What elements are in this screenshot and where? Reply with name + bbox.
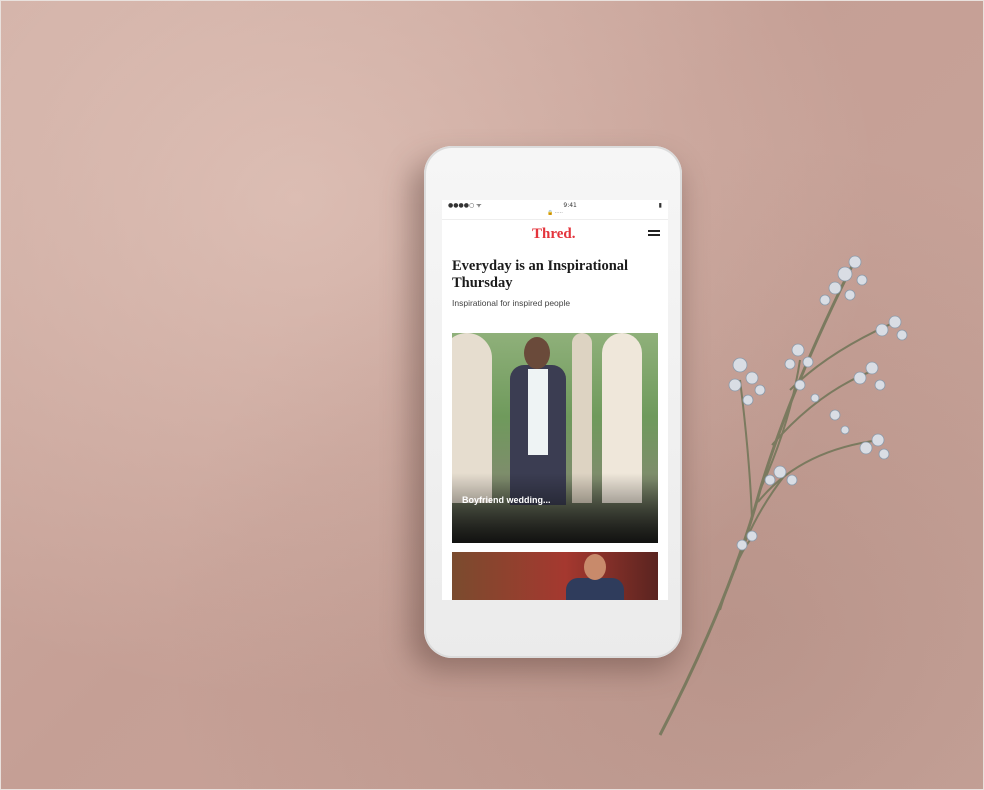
person-head xyxy=(524,337,550,369)
hamburger-menu-icon[interactable] xyxy=(648,230,660,238)
app-navbar: Thred. xyxy=(442,220,668,248)
status-time: 9:41 xyxy=(563,201,577,209)
person-shirt xyxy=(528,369,548,455)
card-gradient xyxy=(452,473,658,543)
page-headline: Everyday is an Inspirational Thursday xyxy=(452,258,629,291)
signal-indicator: ●●●●○ ᯤ xyxy=(448,202,482,209)
second-article-card[interactable] xyxy=(452,552,658,600)
battery-icon: ▮ xyxy=(658,201,662,209)
phone-screen: ●●●●○ ᯤ 9:41 ▮ 🔒 ····· Thred. Everyday i… xyxy=(442,200,668,600)
page-subhead: Inspirational for inspired people xyxy=(452,298,571,308)
status-bar: ●●●●○ ᯤ 9:41 ▮ xyxy=(442,200,668,210)
dried-flower-decoration xyxy=(658,255,908,736)
second-card-person-head xyxy=(584,554,606,580)
feature-article-card[interactable]: Boyfriend wedding... xyxy=(452,333,658,543)
url-bar[interactable]: 🔒 ····· xyxy=(442,210,668,220)
app-logo[interactable]: Thred. xyxy=(532,226,575,243)
second-card-person-body xyxy=(566,578,624,600)
feature-card-title[interactable]: Boyfriend wedding... xyxy=(462,495,642,506)
